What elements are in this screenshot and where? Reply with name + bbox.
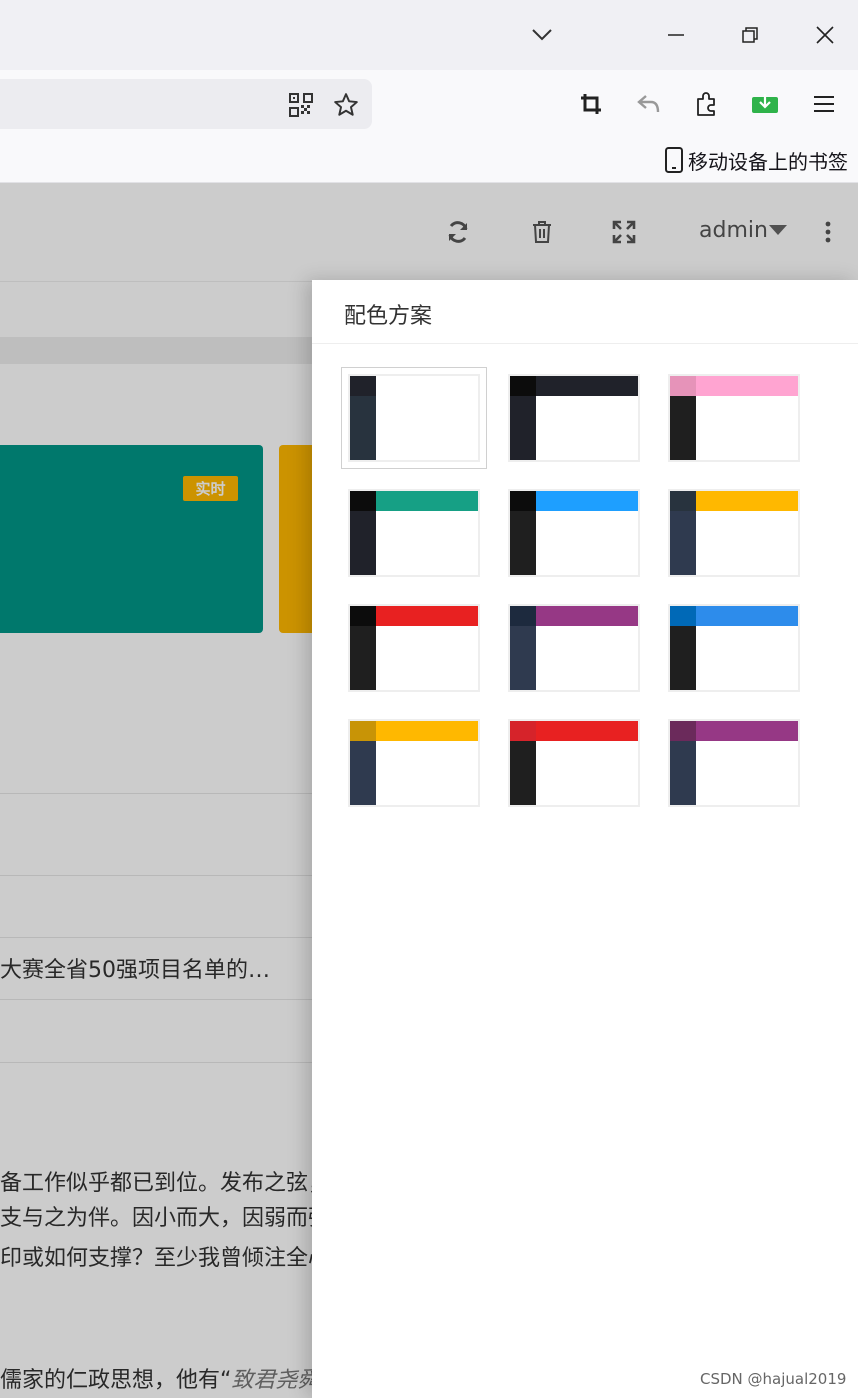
scheme-side-swatch — [670, 511, 696, 575]
color-scheme-option[interactable] — [348, 489, 480, 577]
scheme-side-swatch — [510, 396, 536, 460]
scheme-logo-swatch — [350, 376, 376, 396]
scheme-side-swatch — [350, 626, 376, 690]
scheme-side-swatch — [510, 626, 536, 690]
scheme-side-swatch — [510, 511, 536, 575]
color-scheme-option[interactable] — [508, 604, 640, 692]
scheme-side-swatch — [350, 396, 376, 460]
color-scheme-option[interactable] — [348, 604, 480, 692]
scheme-logo-swatch — [510, 721, 536, 741]
scheme-head-swatch — [536, 376, 638, 396]
undo-arrow-icon[interactable] — [634, 89, 664, 119]
scheme-head-swatch — [696, 491, 798, 511]
menu-hamburger-icon[interactable] — [809, 89, 839, 119]
scheme-head-swatch — [536, 606, 638, 626]
scheme-side-swatch — [670, 741, 696, 805]
color-scheme-option[interactable] — [668, 489, 800, 577]
panel-title-divider — [312, 343, 858, 344]
tab-list-chevron-icon[interactable] — [526, 20, 558, 50]
scheme-head-swatch — [696, 376, 798, 396]
color-scheme-option[interactable] — [348, 719, 480, 807]
scheme-side-swatch — [350, 511, 376, 575]
color-scheme-option[interactable] — [508, 489, 640, 577]
scheme-logo-swatch — [670, 721, 696, 741]
minimize-window-button[interactable] — [656, 18, 696, 52]
color-scheme-option[interactable] — [341, 367, 487, 469]
scheme-logo-swatch — [670, 491, 696, 511]
qr-code-icon[interactable] — [286, 90, 316, 120]
color-scheme-option[interactable] — [668, 604, 800, 692]
green-extension-icon[interactable] — [750, 89, 780, 119]
scheme-head-swatch — [696, 606, 798, 626]
close-window-button[interactable] — [805, 18, 845, 52]
mobile-bookmarks-label: 移动设备上的书签 — [688, 149, 848, 174]
scheme-side-swatch — [510, 741, 536, 805]
scheme-head-swatch — [376, 721, 478, 741]
mobile-bookmarks-folder[interactable]: 移动设备上的书签 — [664, 146, 848, 174]
scheme-head-swatch — [536, 721, 638, 741]
scheme-head-swatch — [376, 606, 478, 626]
color-scheme-option[interactable] — [668, 719, 800, 807]
scheme-logo-swatch — [510, 491, 536, 511]
scheme-side-swatch — [670, 396, 696, 460]
scheme-head-swatch — [376, 491, 478, 511]
watermark: CSDN @hajual2019 — [700, 1370, 847, 1388]
scheme-logo-swatch — [350, 491, 376, 511]
crop-screenshot-icon[interactable] — [576, 89, 606, 119]
restore-window-button[interactable] — [730, 18, 770, 52]
scheme-logo-swatch — [670, 376, 696, 396]
bookmark-star-icon[interactable] — [330, 89, 362, 121]
scheme-logo-swatch — [670, 606, 696, 626]
scheme-logo-swatch — [510, 606, 536, 626]
color-scheme-option[interactable] — [508, 719, 640, 807]
scheme-head-swatch — [696, 721, 798, 741]
extensions-puzzle-icon[interactable] — [692, 89, 722, 119]
scheme-side-swatch — [670, 626, 696, 690]
scheme-logo-swatch — [350, 606, 376, 626]
panel-title: 配色方案 — [344, 304, 433, 329]
scheme-logo-swatch — [350, 721, 376, 741]
color-scheme-option[interactable] — [668, 374, 800, 462]
mobile-phone-icon — [664, 147, 684, 173]
scheme-head-swatch — [536, 491, 638, 511]
scheme-logo-swatch — [510, 376, 536, 396]
address-bar[interactable] — [0, 79, 372, 129]
scheme-side-swatch — [350, 741, 376, 805]
scheme-head-swatch — [376, 376, 478, 396]
color-scheme-option[interactable] — [508, 374, 640, 462]
